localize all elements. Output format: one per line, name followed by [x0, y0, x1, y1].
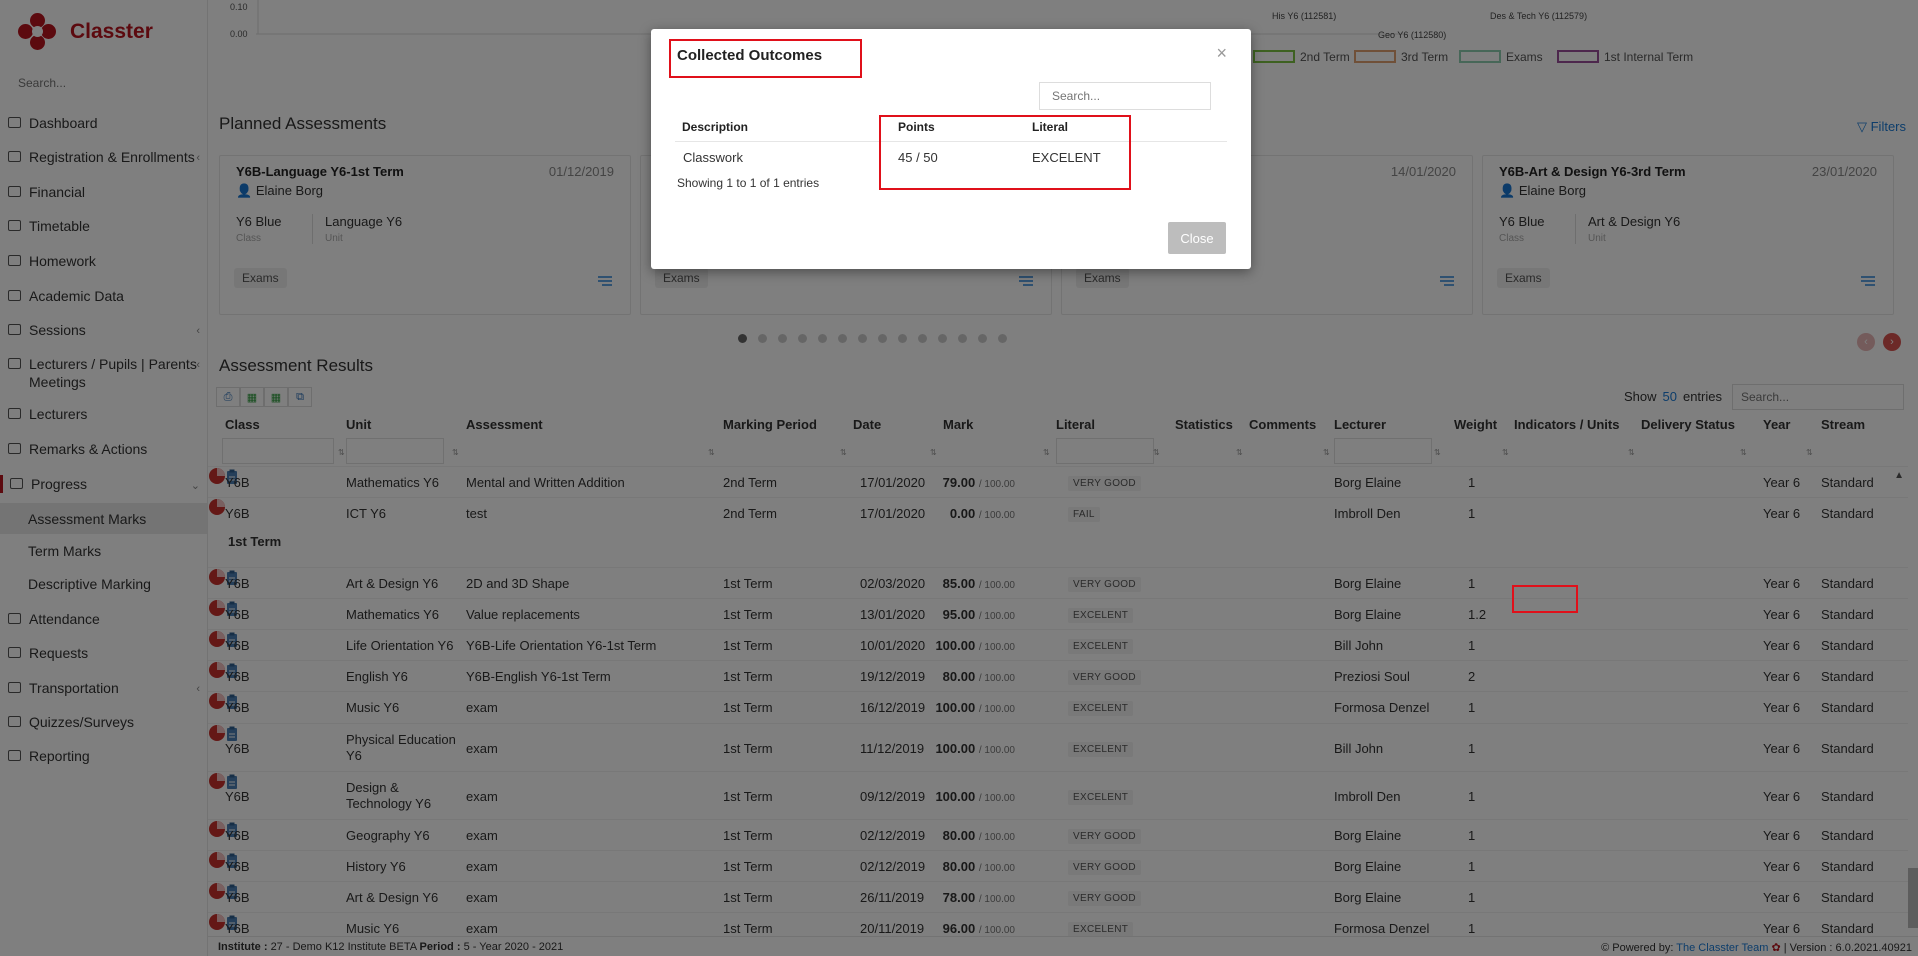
app-root: Classter DashboardRegistration & Enrollm…: [0, 0, 1918, 956]
modal-header-divider: [675, 141, 1227, 142]
modal-col-description[interactable]: Description: [682, 120, 748, 134]
modal-close-button[interactable]: Close: [1168, 222, 1226, 254]
modal-col-points[interactable]: Points: [898, 120, 935, 134]
modal-search-input[interactable]: [1039, 82, 1211, 110]
modal-cell-description: Classwork: [683, 150, 743, 165]
modal-cell-literal: EXCELENT: [1032, 150, 1101, 165]
modal-col-literal[interactable]: Literal: [1032, 120, 1068, 134]
modal-cell-points: 45 / 50: [898, 150, 938, 165]
collected-outcomes-modal: Collected Outcomes × Description Points …: [651, 29, 1251, 269]
modal-title: Collected Outcomes: [677, 47, 823, 64]
modal-entries-info: Showing 1 to 1 of 1 entries: [677, 176, 820, 190]
modal-close-icon[interactable]: ×: [1216, 43, 1227, 64]
